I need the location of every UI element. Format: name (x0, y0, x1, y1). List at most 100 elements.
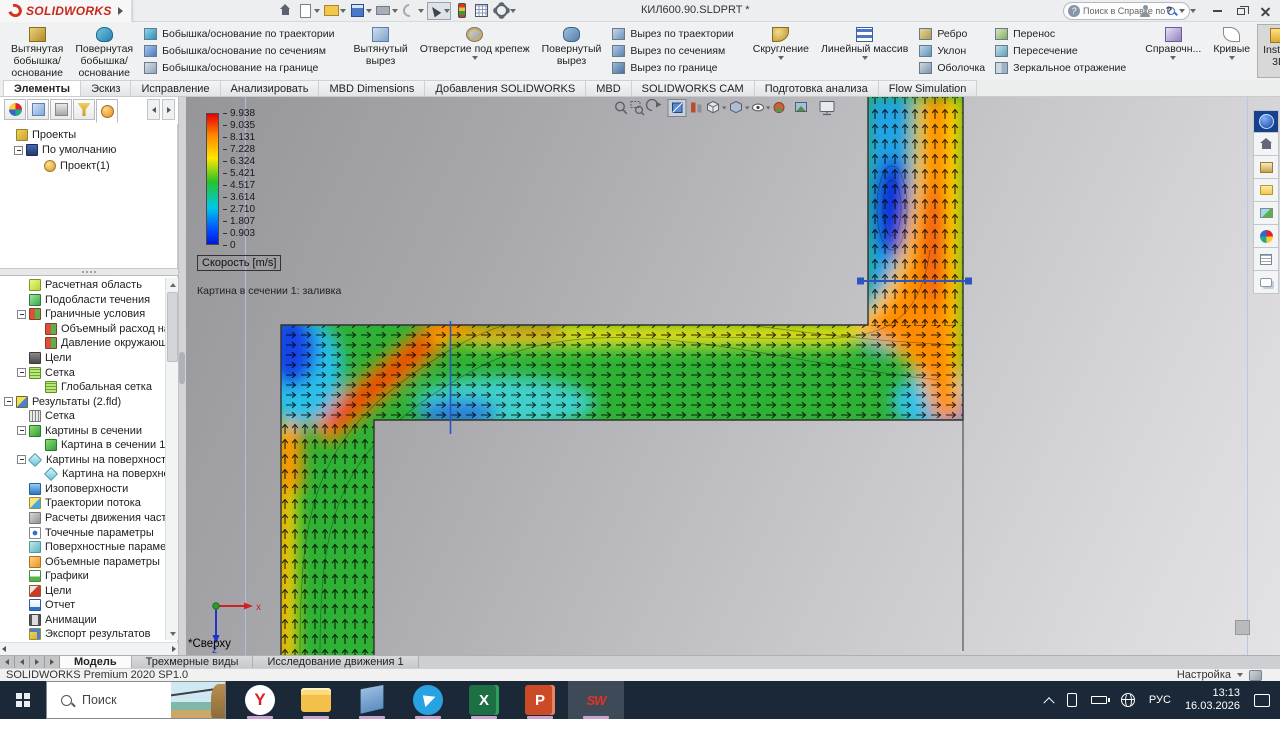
language-indicator[interactable]: РУС (1149, 694, 1171, 706)
hole-wizard-button[interactable]: Отверстие под крепеж (415, 24, 535, 78)
command-manager-tab[interactable]: SOLIDWORKS CAM (631, 80, 755, 96)
intersect-button[interactable]: Пересечение (995, 44, 1126, 59)
user-account-button[interactable] (1136, 2, 1154, 20)
tree-item[interactable]: Анимации (0, 613, 165, 628)
quick-access-button[interactable] (323, 2, 347, 20)
menu-expand-icon[interactable] (118, 7, 123, 15)
quick-access-button[interactable] (427, 2, 451, 20)
project-tree-item[interactable]: Проекты (0, 127, 178, 143)
customize-label[interactable]: Настройка (1177, 669, 1231, 681)
taskbar-app[interactable] (344, 681, 400, 719)
draft-button[interactable]: Уклон (919, 44, 985, 59)
zoom-fit-icon[interactable] (616, 102, 627, 114)
tree-item[interactable]: Глобальная сетка (0, 380, 165, 395)
taskbar-search[interactable]: Поиск (46, 681, 226, 719)
restore-button[interactable] (1232, 2, 1250, 20)
model-tab[interactable]: Модель (60, 656, 132, 668)
tree-item[interactable]: Отчет (0, 598, 165, 613)
dropdown-arrow-icon[interactable] (862, 56, 868, 60)
configuration-manager-tab[interactable] (50, 99, 72, 120)
tree-item[interactable]: Картина в сечении 1 (0, 438, 165, 453)
quick-access-button[interactable] (473, 2, 491, 20)
previous-view-icon[interactable] (647, 100, 662, 111)
expander-icon[interactable] (4, 397, 13, 406)
scrollbar-thumb[interactable] (167, 292, 178, 362)
tree-item[interactable]: Картины на поверхности (0, 453, 165, 468)
annotation-views-icon[interactable] (691, 103, 702, 113)
tree-item[interactable]: Цели (0, 583, 165, 598)
tree-item[interactable]: Объемный расход на (0, 322, 165, 337)
tree-item[interactable]: Цели (0, 351, 165, 366)
clock[interactable]: 13:13 16.03.2026 (1185, 687, 1240, 713)
task-pane-button[interactable] (1253, 110, 1279, 133)
command-manager-tab[interactable]: Элементы (3, 80, 81, 96)
taskbar-app[interactable] (400, 681, 456, 719)
tree-item[interactable]: Точечные параметры (0, 525, 165, 540)
command-manager-tab[interactable]: Анализировать (220, 80, 320, 96)
task-pane-button[interactable] (1253, 248, 1279, 271)
tree-item[interactable]: Сетка (0, 365, 165, 380)
tree-vertical-scrollbar[interactable] (165, 278, 178, 640)
tree-item[interactable]: Сетка (0, 409, 165, 424)
tree-item[interactable]: Результаты (2.fld) (0, 394, 165, 409)
revolved-cut-button[interactable]: Повернутый вырез (537, 24, 607, 78)
tree-item[interactable]: Подобласти течения (0, 293, 165, 308)
dropdown-arrow-icon[interactable] (418, 9, 424, 13)
section-view-icon[interactable] (668, 100, 686, 117)
model-tab[interactable]: Исследование движения 1 (253, 656, 418, 668)
curves-button[interactable]: Кривые (1208, 24, 1255, 78)
quick-access-button[interactable] (453, 2, 471, 20)
dropdown-arrow-icon[interactable] (314, 9, 320, 13)
fillet-button[interactable]: Скругление (748, 24, 814, 78)
instant3d-button[interactable]: Instant 3D (1257, 24, 1280, 78)
search-highlight-image[interactable] (171, 682, 225, 718)
project-tree-item[interactable]: Проект(1) (0, 158, 178, 174)
viewport-resize-handle[interactable] (1235, 620, 1250, 635)
minimize-button[interactable] (1208, 2, 1226, 20)
expander-icon[interactable] (17, 426, 26, 435)
tree-item[interactable]: Расчетная область (0, 278, 165, 293)
tree-item[interactable]: Расчеты движения частиц (0, 511, 165, 526)
feature-manager-tab[interactable] (4, 99, 26, 120)
lofted-boss-button[interactable]: Бобышка/основание по сечениям (144, 44, 334, 59)
notification-center-icon[interactable] (1254, 694, 1270, 707)
linear-pattern-button[interactable]: Линейный массив (816, 24, 913, 78)
taskbar-app[interactable] (288, 681, 344, 719)
extruded-boss-button[interactable]: Вытянутая бобышка/основание (6, 24, 68, 78)
command-manager-tab[interactable]: MBD Dimensions (318, 80, 425, 96)
command-manager-tab[interactable]: MBD (585, 80, 631, 96)
move-button[interactable]: Перенос (995, 27, 1126, 42)
scroll-right-icon[interactable] (172, 646, 176, 652)
boundary-cut-button[interactable]: Вырез по границе (612, 61, 733, 76)
dropdown-arrow-icon[interactable] (392, 9, 398, 13)
flow-simulation-tree-tab[interactable] (96, 99, 118, 123)
command-manager-tab[interactable]: Добавления SOLIDWORKS (424, 80, 586, 96)
tab-scroll-first[interactable] (0, 656, 15, 668)
apply-scene-icon[interactable] (796, 103, 807, 112)
shell-button[interactable]: Оболочка (919, 61, 985, 76)
network-icon[interactable] (1121, 693, 1135, 707)
tree-item[interactable]: Графики (0, 569, 165, 584)
quick-access-button[interactable] (493, 2, 517, 20)
tab-scroll-last[interactable] (45, 656, 60, 668)
tree-item[interactable]: Изоповерхности (0, 482, 165, 497)
quick-access-button[interactable] (349, 2, 373, 20)
tray-chevron-icon[interactable] (1043, 697, 1054, 708)
tree-item[interactable]: Объемные параметры (0, 554, 165, 569)
boundary-boss-button[interactable]: Бобышка/основание на границе (144, 61, 334, 76)
dropdown-arrow-icon[interactable] (444, 9, 450, 13)
display-style-icon[interactable] (731, 102, 750, 113)
extruded-cut-button[interactable]: Вытянутый вырез (348, 24, 412, 78)
reference-geometry-button[interactable]: Справочн... (1140, 24, 1206, 78)
close-button[interactable] (1256, 2, 1274, 20)
hide-show-items-icon[interactable] (753, 104, 771, 111)
panel-tab-scroll-right[interactable] (162, 99, 175, 120)
quick-access-button[interactable] (277, 2, 295, 20)
expander-icon[interactable] (17, 368, 26, 377)
quick-access-button[interactable] (297, 2, 321, 20)
task-pane-button[interactable] (1253, 133, 1279, 156)
task-pane-button[interactable] (1253, 179, 1279, 202)
project-tree-item[interactable]: По умолчанию (0, 143, 178, 159)
view-settings-monitor-icon[interactable] (820, 102, 834, 115)
tab-scroll-next[interactable] (30, 656, 45, 668)
